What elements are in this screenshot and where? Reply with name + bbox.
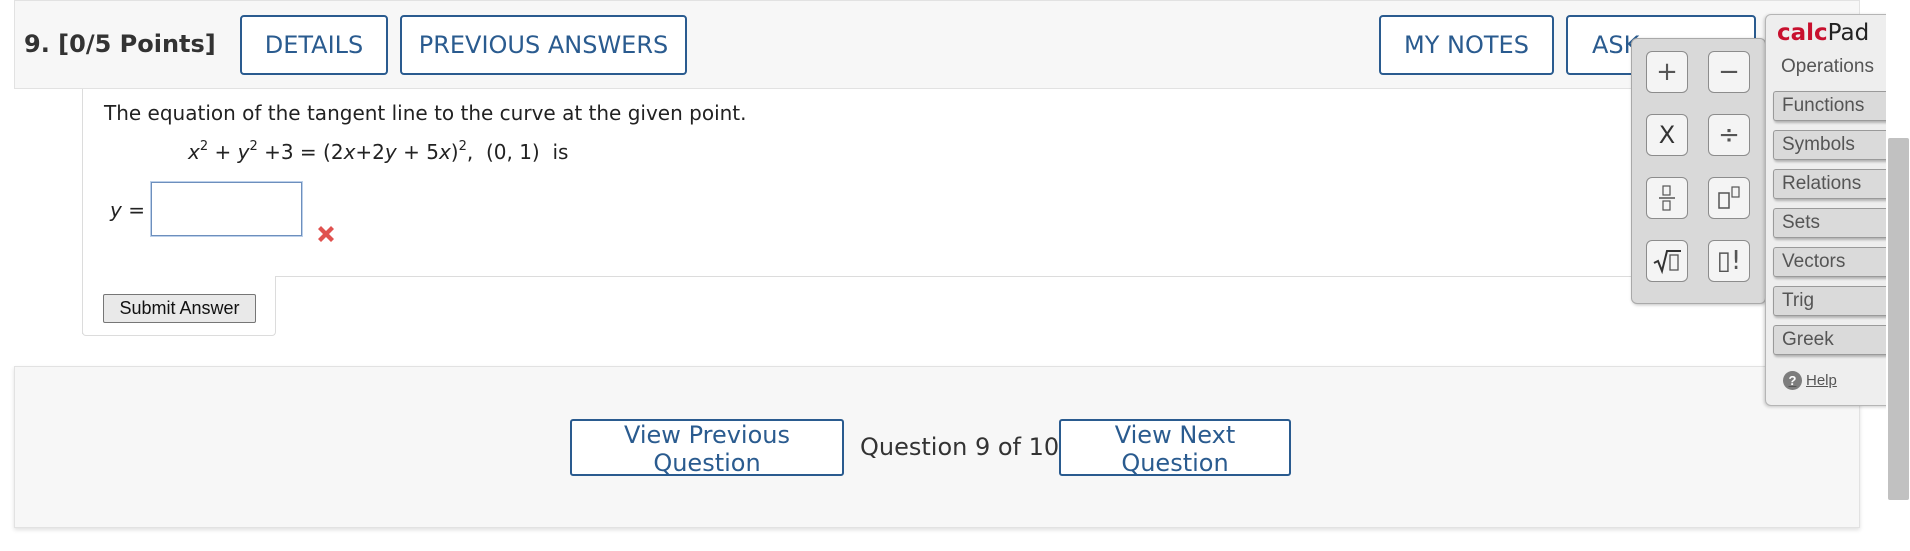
eq-text: ): [450, 140, 459, 164]
answer-label-var: y: [110, 198, 122, 222]
eq-text: +: [208, 140, 238, 164]
square-root-button[interactable]: [1646, 240, 1688, 282]
minus-icon: −: [1718, 57, 1740, 87]
calcpad-tab-symbols[interactable]: Symbols: [1773, 130, 1890, 160]
calcpad-title-pad: Pad: [1827, 20, 1870, 46]
eq-text: +2: [355, 140, 385, 164]
minus-button[interactable]: −: [1708, 51, 1750, 93]
eq-exp: 2: [458, 139, 467, 154]
question-prompt: The equation of the tangent line to the …: [104, 101, 747, 125]
eq-point: , (0, 1) is: [466, 140, 569, 164]
exponent-icon: [1718, 186, 1740, 209]
scrollbar-thumb[interactable]: [1888, 138, 1909, 500]
calcpad-help-link[interactable]: ? Help: [1783, 371, 1837, 390]
view-next-question-button[interactable]: View Next Question: [1059, 419, 1291, 477]
eq-var-y: y: [237, 140, 250, 164]
multiply-button[interactable]: X: [1646, 114, 1688, 156]
calcpad-tab-functions[interactable]: Functions: [1773, 91, 1890, 121]
submit-answer-button[interactable]: Submit Answer: [103, 294, 256, 323]
submit-divider: [276, 276, 1860, 277]
eq-var-x: x: [438, 140, 451, 164]
square-root-icon: [1653, 250, 1681, 275]
my-notes-button[interactable]: MY NOTES: [1379, 15, 1554, 75]
details-button[interactable]: DETAILS: [240, 15, 388, 75]
divide-button[interactable]: ÷: [1708, 114, 1750, 156]
factorial-button[interactable]: ▯!: [1708, 240, 1750, 282]
question-body: [82, 89, 1860, 334]
eq-exp: 2: [249, 139, 258, 154]
help-label: Help: [1806, 372, 1837, 389]
eq-text: + 5: [396, 140, 439, 164]
calcpad-tab-relations[interactable]: Relations: [1773, 169, 1890, 199]
calcpad-tab-operations[interactable]: Operations: [1773, 52, 1890, 82]
plus-button[interactable]: +: [1646, 51, 1688, 93]
answer-label-eq: =: [121, 198, 145, 222]
eq-text: +3 = (2: [257, 140, 344, 164]
calcpad-tab-vectors[interactable]: Vectors: [1773, 247, 1890, 277]
plus-icon: +: [1656, 57, 1678, 87]
previous-answers-button[interactable]: PREVIOUS ANSWERS: [400, 15, 687, 75]
fraction-button[interactable]: [1646, 177, 1688, 219]
eq-var-x: x: [188, 140, 200, 164]
answer-label: y =: [110, 198, 145, 222]
calcpad-title-calc: calc: [1777, 20, 1828, 46]
exponent-button[interactable]: [1708, 177, 1750, 219]
curve-equation: x2 + y2 +3 = (2x+2y + 5x)2, (0, 1) is: [188, 140, 568, 164]
fraction-icon: [1659, 185, 1675, 211]
calcpad-title: calcPad: [1777, 20, 1869, 46]
question-number: 9. [0/5 Points]: [24, 30, 216, 58]
eq-exp: 2: [199, 139, 209, 154]
eq-var-x: x: [343, 140, 356, 164]
calcpad-tab-greek[interactable]: Greek: [1773, 325, 1890, 355]
calcpad-tab-sets[interactable]: Sets: [1773, 208, 1890, 238]
factorial-icon: ▯!: [1716, 246, 1742, 276]
calcpad-tab-trig[interactable]: Trig: [1773, 286, 1890, 316]
divide-icon: ÷: [1718, 120, 1740, 150]
eq-var-y: y: [384, 140, 397, 164]
incorrect-x-icon: [314, 222, 338, 246]
question-counter: Question 9 of 10: [860, 433, 1060, 461]
view-previous-question-button[interactable]: View Previous Question: [570, 419, 844, 477]
help-icon: ?: [1783, 371, 1802, 390]
answer-input[interactable]: [150, 181, 303, 237]
multiply-icon: X: [1658, 121, 1676, 149]
